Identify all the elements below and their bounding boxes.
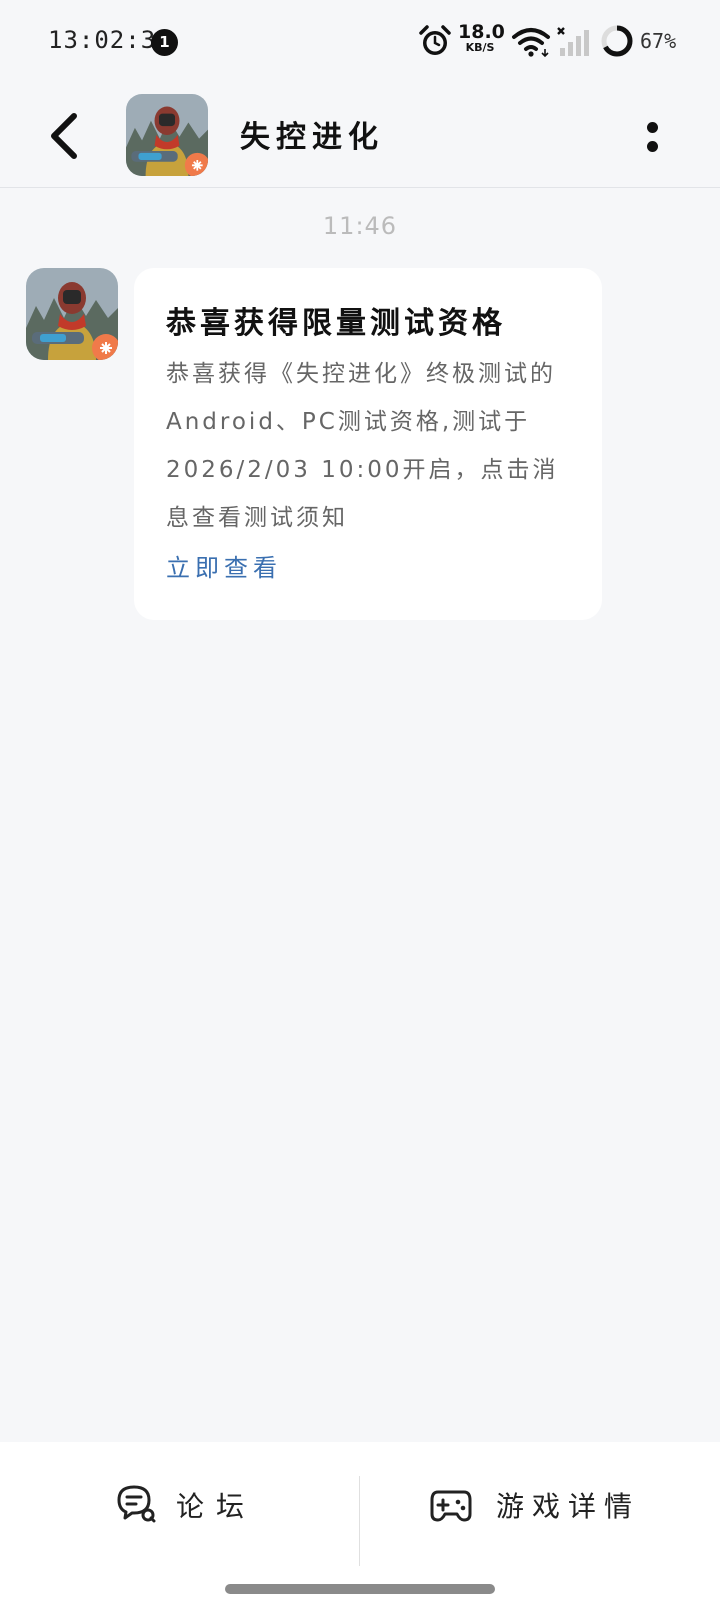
message-card[interactable]: 恭喜获得限量测试资格 恭喜获得《失控进化》终极测试的Android、PC测试资格… bbox=[134, 268, 602, 620]
signal-icon bbox=[557, 27, 589, 56]
game-character-icon bbox=[26, 268, 118, 360]
network-speed: 18.0 KB/S bbox=[458, 21, 505, 54]
screen: 13:02:38 1 18.0 KB/S 67% 失控进化 11:46 恭喜获得… bbox=[0, 0, 720, 1609]
tab-game-details[interactable]: 游戏详情 bbox=[360, 1442, 720, 1570]
alarm-icon bbox=[419, 25, 451, 55]
network-speed-value: 18.0 bbox=[458, 21, 505, 43]
message-title: 恭喜获得限量测试资格 bbox=[166, 306, 506, 341]
message-timestamp: 11:46 bbox=[322, 212, 398, 240]
more-dot-bottom bbox=[647, 141, 658, 152]
page-title: 失控进化 bbox=[240, 120, 384, 155]
message-body: 恭喜获得《失控进化》终极测试的Android、PC测试资格,测试于2026/2/… bbox=[166, 361, 559, 531]
gamepad-icon bbox=[430, 1490, 472, 1522]
status-bar: 13:02:38 1 18.0 KB/S 67% bbox=[0, 0, 720, 84]
sender-avatar[interactable] bbox=[26, 268, 118, 360]
game-character-icon bbox=[126, 94, 208, 176]
network-speed-unit: KB/S bbox=[465, 41, 495, 54]
tab-forum[interactable]: 论坛 bbox=[0, 1442, 359, 1570]
notification-badge: 1 bbox=[151, 29, 178, 56]
chevron-left-icon bbox=[51, 113, 77, 159]
tab-game-details-label: 游戏详情 bbox=[496, 1490, 641, 1523]
battery-percent: 67% bbox=[640, 29, 677, 53]
chat-header: 失控进化 bbox=[0, 84, 720, 188]
game-avatar[interactable] bbox=[126, 94, 208, 176]
more-options-button[interactable] bbox=[632, 114, 672, 160]
home-indicator[interactable] bbox=[225, 1584, 495, 1594]
more-dot-top bbox=[647, 122, 658, 133]
wifi-icon bbox=[512, 28, 550, 58]
view-now-link[interactable]: 立即查看 bbox=[166, 548, 282, 583]
back-button[interactable] bbox=[40, 106, 90, 166]
forum-chat-icon bbox=[117, 1485, 156, 1523]
battery-ring-icon bbox=[601, 25, 633, 57]
tab-forum-label: 论坛 bbox=[176, 1490, 257, 1523]
